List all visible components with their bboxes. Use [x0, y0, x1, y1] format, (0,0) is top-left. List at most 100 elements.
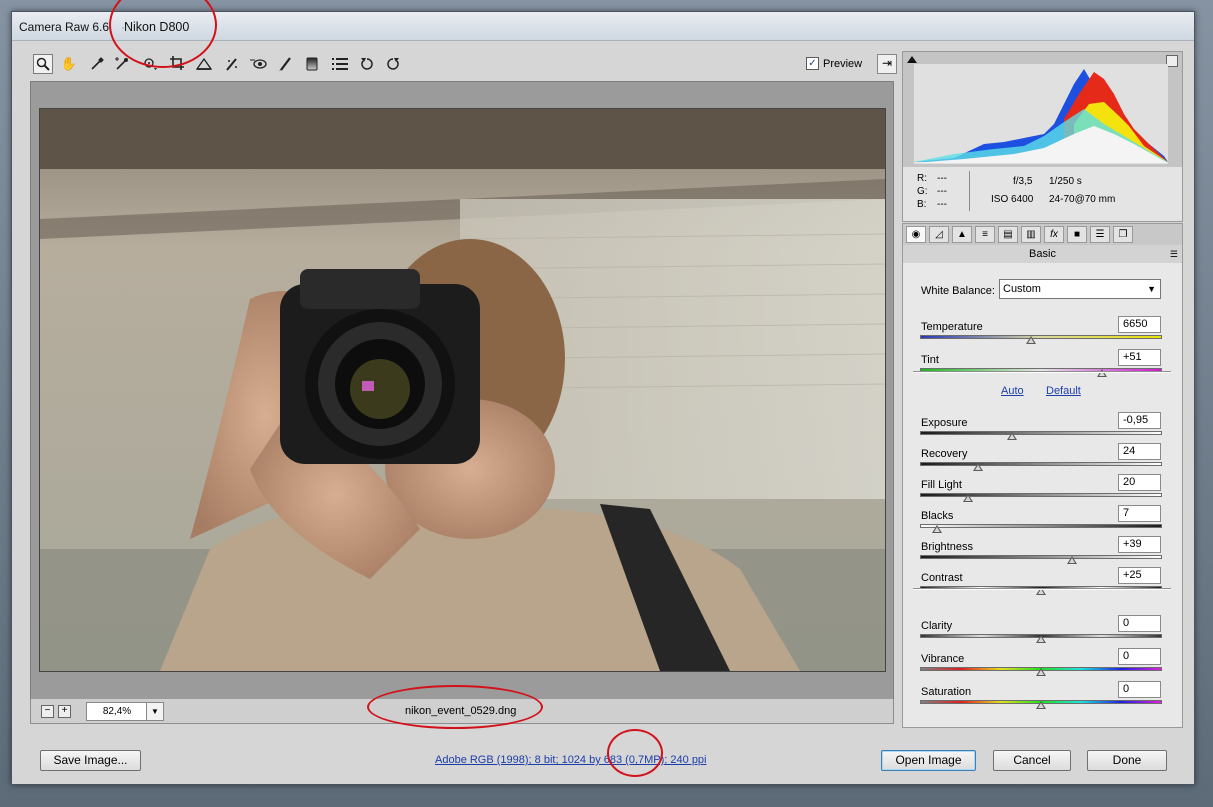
basic-tab-icon[interactable]: ◉	[906, 226, 926, 243]
histogram	[902, 51, 1183, 169]
exposure-label: Exposure	[921, 417, 968, 429]
fill-light-label: Fill Light	[921, 479, 962, 491]
recovery-slider-thumb[interactable]	[973, 463, 984, 471]
fullscreen-icon[interactable]: ⇥	[877, 54, 897, 74]
auto-link[interactable]: Auto	[1001, 385, 1024, 397]
effects-tab-icon[interactable]: fx	[1044, 226, 1064, 243]
saturation-label: Saturation	[921, 686, 972, 698]
contrast-value-field[interactable]: +25	[1118, 567, 1161, 584]
default-link[interactable]: Default	[1046, 385, 1081, 397]
toolbar: ✋ ✓ Preview ⇥	[30, 51, 897, 79]
temperature-slider-thumb[interactable]	[1026, 336, 1037, 344]
zoom-out-button[interactable]: −	[41, 705, 54, 718]
contrast-label: Contrast	[921, 572, 963, 584]
exposure-slider-track[interactable]	[920, 431, 1162, 435]
shutter-value: 1/250 s	[1049, 176, 1082, 187]
clarity-label: Clarity	[921, 620, 953, 632]
title-bar: Camera Raw 6.6 · Nikon D800	[12, 12, 1194, 41]
temperature-label: Temperature	[921, 321, 983, 333]
vibrance-label: Vibrance	[921, 653, 965, 665]
red-eye-icon[interactable]	[249, 54, 269, 74]
brightness-label: Brightness	[921, 541, 973, 553]
exposure-value-field[interactable]: -0,95	[1118, 412, 1161, 429]
zoom-dropdown-button[interactable]: ▼	[146, 702, 164, 721]
recovery-slider-track[interactable]	[920, 462, 1162, 466]
camera-calibration-tab-icon[interactable]: ■	[1067, 226, 1087, 243]
temperature-value-field[interactable]: 6650	[1118, 316, 1161, 333]
panel-menu-icon[interactable]: ☰	[1170, 245, 1178, 263]
preview-label: Preview	[823, 57, 863, 70]
adjustment-brush-icon[interactable]	[275, 54, 295, 74]
color-sampler-icon[interactable]	[112, 54, 132, 74]
brightness-slider-thumb[interactable]	[1067, 556, 1078, 564]
chevron-down-icon: ▼	[1147, 284, 1156, 294]
workflow-options-link[interactable]: Adobe RGB (1998); 8 bit; 1024 by 683 (0,…	[435, 754, 707, 766]
save-image-button[interactable]: Save Image...	[40, 750, 141, 771]
done-button[interactable]: Done	[1087, 750, 1167, 771]
preferences-icon[interactable]	[330, 54, 350, 74]
exposure-slider-thumb[interactable]	[1006, 432, 1017, 440]
open-image-button[interactable]: Open Image	[881, 750, 976, 771]
brightness-value-field[interactable]: +39	[1118, 536, 1161, 553]
panel-tabs: ◉ ◿ ▲ ≡ ▤ ▥ fx ■ ☰ ❐	[902, 223, 1183, 247]
white-balance-icon[interactable]	[87, 54, 107, 74]
dialog-client: ✋ ✓ Preview ⇥ − + 82,4% ▼ nikon_event_05…	[17, 43, 1187, 778]
app-title: Camera Raw 6.6	[19, 20, 110, 34]
clarity-value-field[interactable]: 0	[1118, 615, 1161, 632]
fill-light-slider-thumb[interactable]	[963, 494, 974, 502]
rotate-cw-icon[interactable]	[383, 54, 403, 74]
blacks-slider-track[interactable]	[920, 524, 1162, 528]
fill-light-slider-track[interactable]	[920, 493, 1162, 497]
hand-icon[interactable]: ✋	[59, 54, 79, 74]
saturation-slider-thumb[interactable]	[1036, 701, 1046, 709]
blacks-value-field[interactable]: 7	[1118, 505, 1161, 522]
saturation-value-field[interactable]: 0	[1118, 681, 1161, 698]
photo-image	[40, 109, 885, 671]
white-balance-label: White Balance:	[921, 285, 995, 297]
zoom-in-button[interactable]: +	[58, 705, 71, 718]
preview-checkbox[interactable]: ✓	[806, 57, 819, 70]
vibrance-value-field[interactable]: 0	[1118, 648, 1161, 665]
rotate-ccw-icon[interactable]	[357, 54, 377, 74]
shadow-clipping-icon[interactable]	[907, 56, 917, 63]
lens-value: 24-70@70 mm	[1049, 194, 1116, 205]
zoom-level[interactable]: 82,4%	[86, 702, 148, 721]
cancel-button[interactable]: Cancel	[993, 750, 1071, 771]
photo-preview	[39, 108, 886, 672]
camera-model: Nikon D800	[124, 20, 190, 34]
blacks-label: Blacks	[921, 510, 954, 522]
lens-corrections-tab-icon[interactable]: ▥	[1021, 226, 1041, 243]
white-balance-select[interactable]: Custom ▼	[999, 279, 1161, 299]
blacks-slider-thumb[interactable]	[931, 525, 942, 533]
vibrance-slider-thumb[interactable]	[1036, 668, 1046, 676]
panel-title: Basic ☰	[902, 245, 1183, 264]
brightness-slider-track[interactable]	[920, 555, 1162, 559]
tint-value-field[interactable]: +51	[1118, 349, 1161, 366]
clarity-slider-thumb[interactable]	[1036, 635, 1046, 643]
straighten-icon[interactable]	[194, 54, 214, 74]
aperture-value: f/3,5	[1013, 176, 1033, 187]
histogram-graph	[914, 64, 1168, 164]
tint-label: Tint	[921, 354, 939, 366]
canvas-statusbar: − + 82,4% ▼ nikon_event_0529.dng	[30, 699, 894, 724]
fill-light-value-field[interactable]: 20	[1118, 474, 1161, 491]
split-toning-tab-icon[interactable]: ▤	[998, 226, 1018, 243]
hsl-tab-icon[interactable]: ≡	[975, 226, 995, 243]
presets-tab-icon[interactable]: ☰	[1090, 226, 1110, 243]
preview-toggle[interactable]: ✓ Preview	[806, 57, 862, 70]
basic-panel: White Balance: Custom ▼ Temperature 6650 T…	[902, 263, 1183, 728]
detail-tab-icon[interactable]: ▲	[952, 226, 972, 243]
zoom-icon[interactable]	[33, 54, 53, 74]
iso-value: ISO 6400	[991, 194, 1034, 205]
graduated-filter-icon[interactable]	[302, 54, 322, 74]
snapshots-tab-icon[interactable]: ❐	[1113, 226, 1133, 243]
spot-removal-icon[interactable]	[222, 54, 242, 74]
file-name: nikon_event_0529.dng	[405, 705, 517, 717]
image-canvas[interactable]	[30, 81, 894, 701]
recovery-value-field[interactable]: 24	[1118, 443, 1161, 460]
crop-icon[interactable]	[168, 54, 188, 74]
target-adjust-icon[interactable]	[140, 54, 160, 74]
camera-raw-dialog: Camera Raw 6.6 · Nikon D800 ✋ ✓ Preview …	[11, 11, 1195, 785]
tone-curve-tab-icon[interactable]: ◿	[929, 226, 949, 243]
temperature-slider-track[interactable]	[920, 335, 1162, 339]
